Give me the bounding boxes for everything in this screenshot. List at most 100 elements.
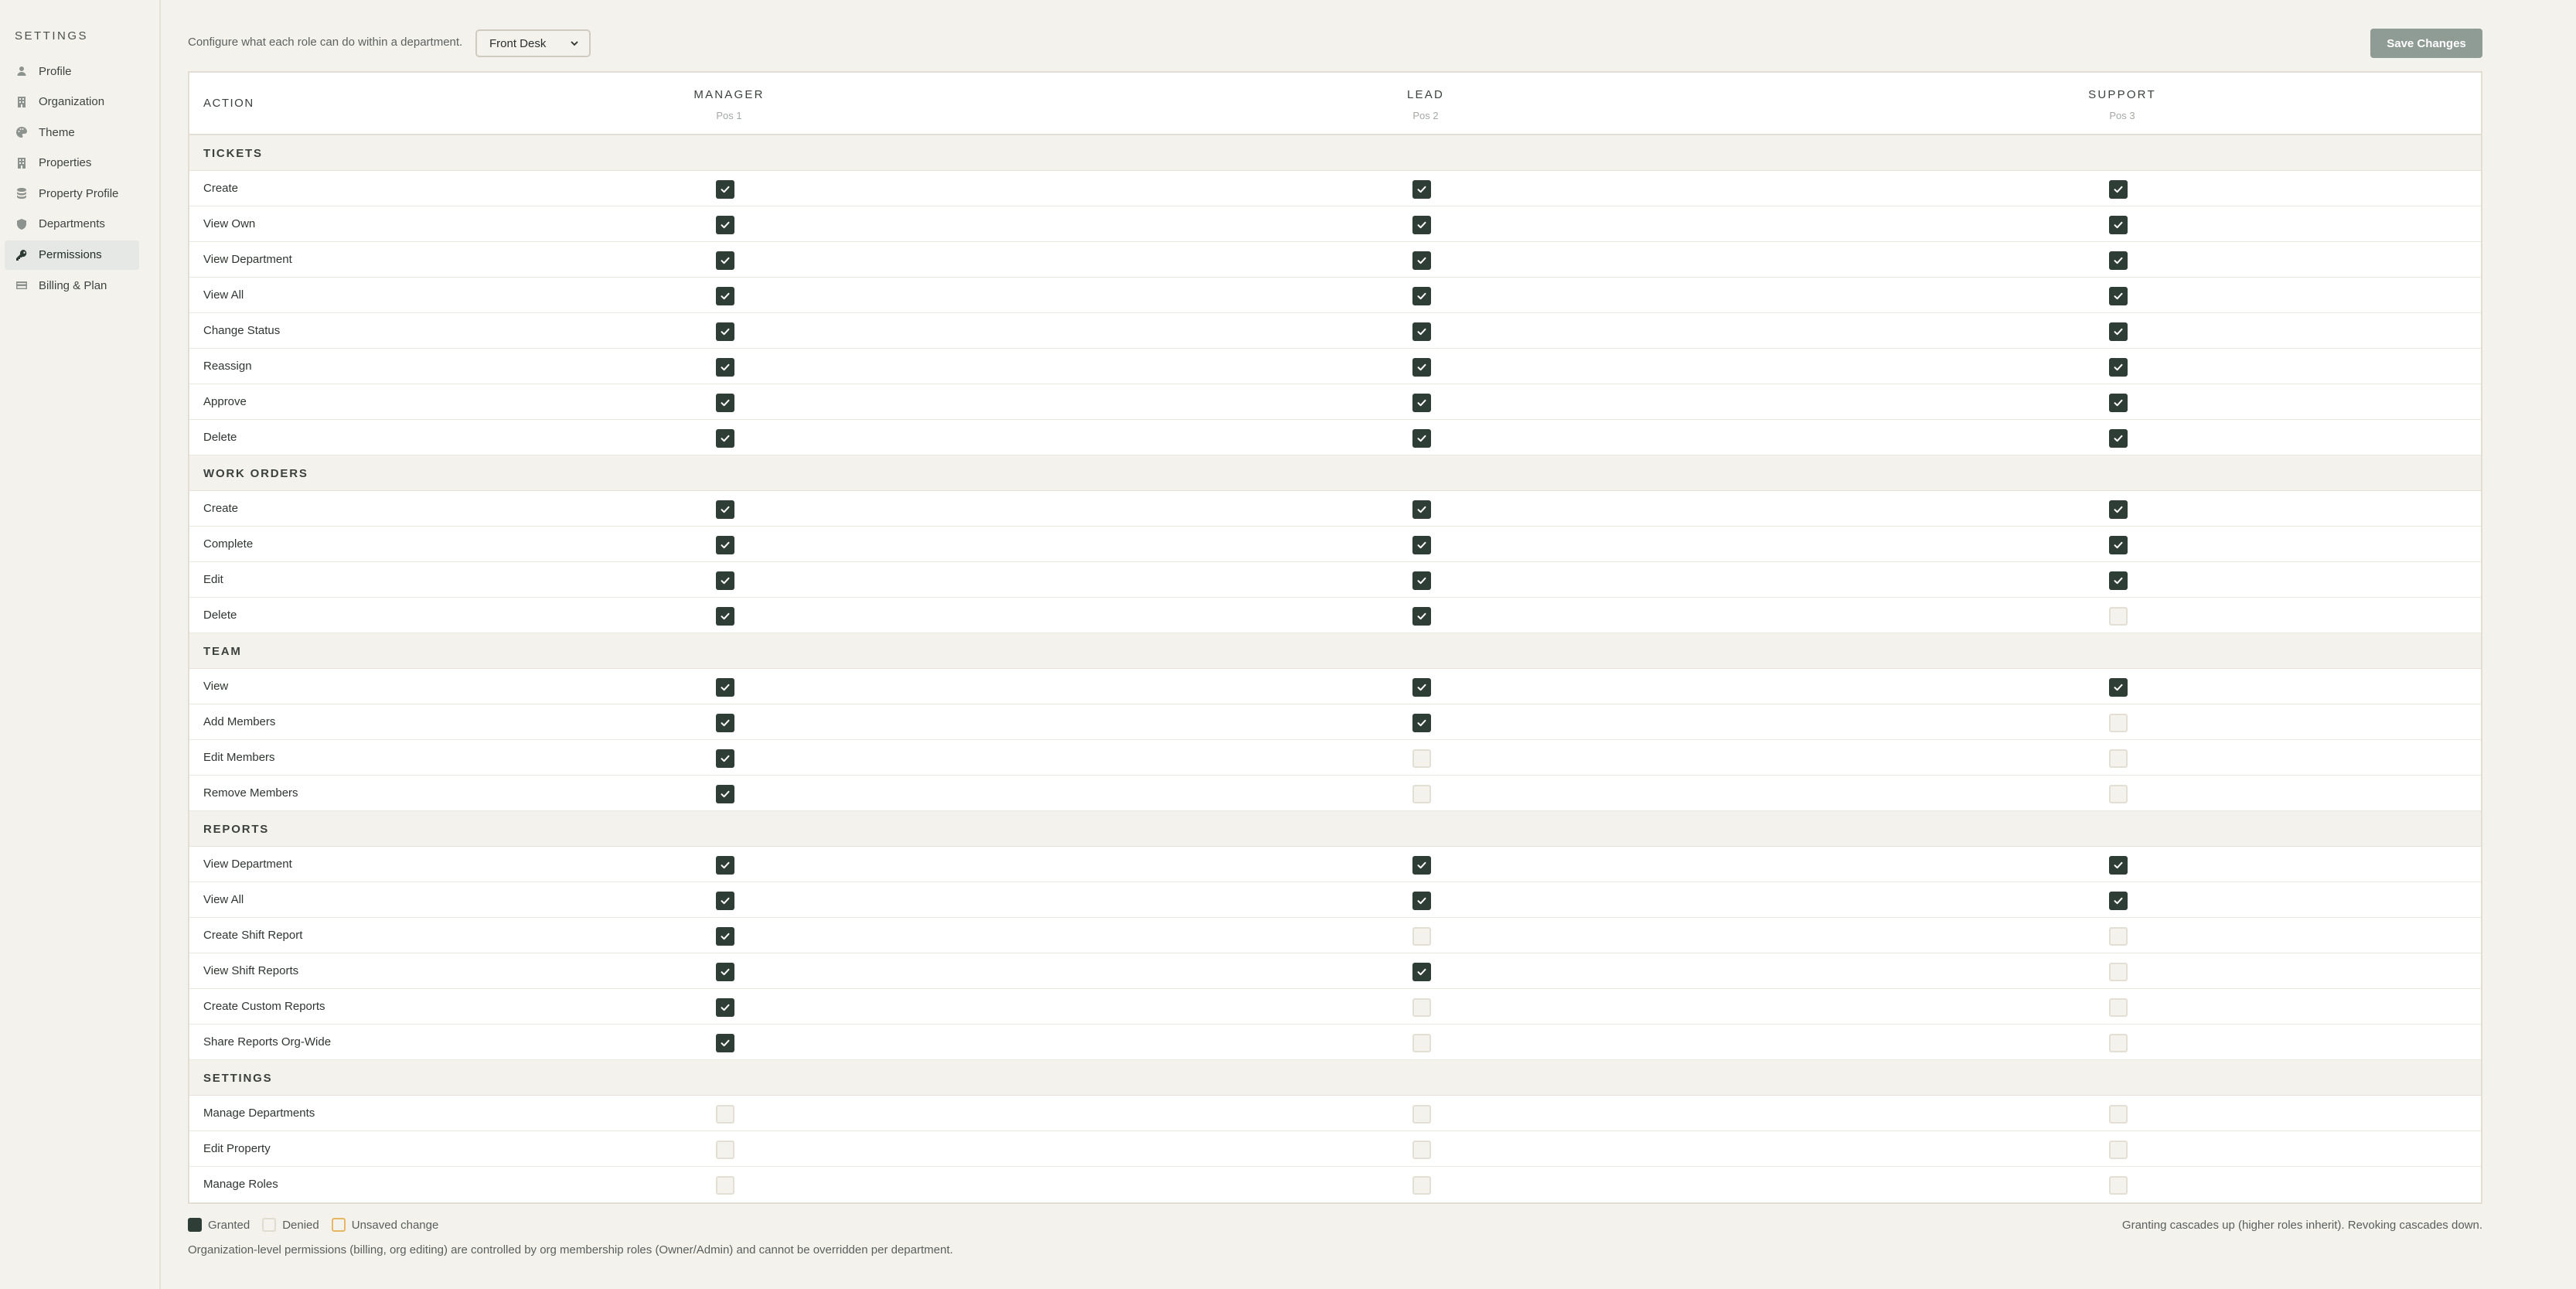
check-icon bbox=[1417, 577, 1426, 585]
permission-checkbox-support[interactable] bbox=[2109, 1034, 2128, 1052]
permission-checkbox-manager[interactable] bbox=[716, 678, 734, 697]
save-changes-button[interactable]: Save Changes bbox=[2370, 29, 2482, 58]
permission-checkbox-manager[interactable] bbox=[716, 714, 734, 732]
permission-checkbox-manager[interactable] bbox=[716, 998, 734, 1017]
permission-checkbox-lead[interactable] bbox=[1412, 180, 1431, 199]
permission-checkbox-support[interactable] bbox=[2109, 963, 2128, 981]
permission-checkbox-manager[interactable] bbox=[716, 287, 734, 305]
check-icon bbox=[2114, 541, 2123, 549]
permission-label: Reassign bbox=[203, 360, 252, 373]
permission-checkbox-support[interactable] bbox=[2109, 322, 2128, 341]
page-description: Configure what each role can do within a… bbox=[188, 36, 463, 49]
check-icon bbox=[2114, 186, 2123, 193]
check-icon bbox=[2114, 363, 2123, 371]
role-header-manager: MANAGER Pos 1 bbox=[613, 88, 845, 121]
table-row: Edit Members bbox=[189, 740, 2481, 776]
permission-checkbox-lead[interactable] bbox=[1412, 678, 1431, 697]
permission-checkbox-support[interactable] bbox=[2109, 180, 2128, 199]
permission-checkbox-manager[interactable] bbox=[716, 571, 734, 590]
permission-checkbox-lead[interactable] bbox=[1412, 394, 1431, 412]
permission-label: Delete bbox=[203, 431, 237, 444]
permission-checkbox-manager[interactable] bbox=[716, 216, 734, 234]
permission-checkbox-support[interactable] bbox=[2109, 1176, 2128, 1195]
permission-checkbox-support[interactable] bbox=[2109, 607, 2128, 626]
permission-checkbox-support[interactable] bbox=[2109, 1105, 2128, 1124]
permission-checkbox-support[interactable] bbox=[2109, 678, 2128, 697]
permission-checkbox-manager[interactable] bbox=[716, 536, 734, 554]
permission-checkbox-lead[interactable] bbox=[1412, 1105, 1431, 1124]
permission-checkbox-support[interactable] bbox=[2109, 358, 2128, 377]
permission-checkbox-manager[interactable] bbox=[716, 251, 734, 270]
permission-checkbox-lead[interactable] bbox=[1412, 571, 1431, 590]
permission-checkbox-support[interactable] bbox=[2109, 927, 2128, 946]
permission-checkbox-support[interactable] bbox=[2109, 892, 2128, 910]
permission-checkbox-manager[interactable] bbox=[716, 1141, 734, 1159]
role-header-support: SUPPORT Pos 3 bbox=[2006, 88, 2238, 121]
permission-checkbox-support[interactable] bbox=[2109, 536, 2128, 554]
permission-checkbox-lead[interactable] bbox=[1412, 251, 1431, 270]
permission-checkbox-support[interactable] bbox=[2109, 714, 2128, 732]
permission-checkbox-lead[interactable] bbox=[1412, 1034, 1431, 1052]
permission-checkbox-support[interactable] bbox=[2109, 998, 2128, 1017]
permission-checkbox-lead[interactable] bbox=[1412, 714, 1431, 732]
sidebar-item-organization[interactable]: Organization bbox=[5, 87, 139, 117]
permission-checkbox-manager[interactable] bbox=[716, 749, 734, 768]
permission-checkbox-manager[interactable] bbox=[716, 856, 734, 875]
table-row: Create bbox=[189, 171, 2481, 206]
permission-checkbox-lead[interactable] bbox=[1412, 856, 1431, 875]
permission-checkbox-manager[interactable] bbox=[716, 607, 734, 626]
legend-denied-label: Denied bbox=[282, 1218, 319, 1232]
permission-checkbox-lead[interactable] bbox=[1412, 429, 1431, 448]
permission-checkbox-support[interactable] bbox=[2109, 571, 2128, 590]
permission-label: Create Shift Report bbox=[203, 929, 303, 942]
permission-checkbox-support[interactable] bbox=[2109, 429, 2128, 448]
permission-checkbox-support[interactable] bbox=[2109, 1141, 2128, 1159]
check-icon bbox=[1417, 506, 1426, 513]
permission-checkbox-lead[interactable] bbox=[1412, 216, 1431, 234]
permission-checkbox-support[interactable] bbox=[2109, 394, 2128, 412]
permission-checkbox-support[interactable] bbox=[2109, 500, 2128, 519]
permission-checkbox-lead[interactable] bbox=[1412, 322, 1431, 341]
permission-checkbox-lead[interactable] bbox=[1412, 358, 1431, 377]
permission-checkbox-support[interactable] bbox=[2109, 287, 2128, 305]
permission-checkbox-manager[interactable] bbox=[716, 500, 734, 519]
permission-checkbox-manager[interactable] bbox=[716, 892, 734, 910]
permission-checkbox-manager[interactable] bbox=[716, 785, 734, 803]
sidebar-item-property-profile[interactable]: Property Profile bbox=[5, 179, 139, 208]
permission-checkbox-lead[interactable] bbox=[1412, 1141, 1431, 1159]
permission-checkbox-lead[interactable] bbox=[1412, 785, 1431, 803]
permission-checkbox-support[interactable] bbox=[2109, 251, 2128, 270]
sidebar-item-billing-plan[interactable]: Billing & Plan bbox=[5, 271, 139, 300]
permission-label: View Shift Reports bbox=[203, 964, 299, 977]
permission-checkbox-manager[interactable] bbox=[716, 1034, 734, 1052]
permission-checkbox-lead[interactable] bbox=[1412, 1176, 1431, 1195]
permission-checkbox-manager[interactable] bbox=[716, 1105, 734, 1124]
department-select[interactable]: Front Desk bbox=[475, 29, 591, 57]
permission-checkbox-manager[interactable] bbox=[716, 358, 734, 377]
permission-checkbox-lead[interactable] bbox=[1412, 963, 1431, 981]
permission-checkbox-support[interactable] bbox=[2109, 216, 2128, 234]
permission-checkbox-lead[interactable] bbox=[1412, 500, 1431, 519]
permission-checkbox-lead[interactable] bbox=[1412, 607, 1431, 626]
permission-checkbox-manager[interactable] bbox=[716, 394, 734, 412]
permission-checkbox-support[interactable] bbox=[2109, 749, 2128, 768]
permission-checkbox-lead[interactable] bbox=[1412, 749, 1431, 768]
permission-checkbox-manager[interactable] bbox=[716, 180, 734, 199]
sidebar-item-permissions[interactable]: Permissions bbox=[5, 240, 139, 270]
permission-checkbox-lead[interactable] bbox=[1412, 287, 1431, 305]
permission-checkbox-manager[interactable] bbox=[716, 963, 734, 981]
sidebar-item-theme[interactable]: Theme bbox=[5, 118, 139, 147]
sidebar-item-departments[interactable]: Departments bbox=[5, 210, 139, 239]
permission-checkbox-support[interactable] bbox=[2109, 856, 2128, 875]
permission-checkbox-lead[interactable] bbox=[1412, 998, 1431, 1017]
permission-checkbox-lead[interactable] bbox=[1412, 892, 1431, 910]
permission-checkbox-lead[interactable] bbox=[1412, 536, 1431, 554]
sidebar-item-properties[interactable]: Properties bbox=[5, 148, 139, 178]
sidebar-item-profile[interactable]: Profile bbox=[5, 56, 139, 86]
permission-checkbox-manager[interactable] bbox=[716, 322, 734, 341]
permission-checkbox-manager[interactable] bbox=[716, 1176, 734, 1195]
permission-checkbox-lead[interactable] bbox=[1412, 927, 1431, 946]
permission-checkbox-manager[interactable] bbox=[716, 927, 734, 946]
permission-checkbox-manager[interactable] bbox=[716, 429, 734, 448]
permission-checkbox-support[interactable] bbox=[2109, 785, 2128, 803]
